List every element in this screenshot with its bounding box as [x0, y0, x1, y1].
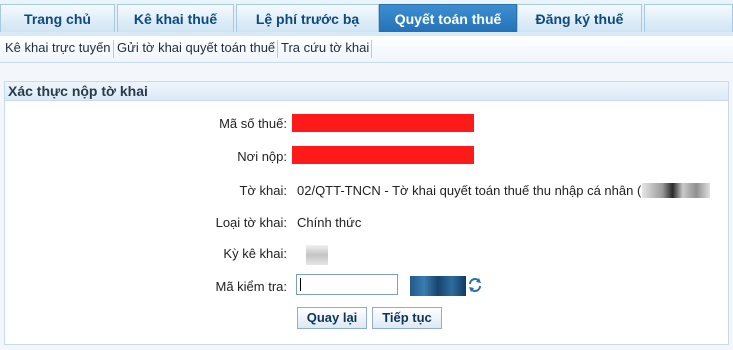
- ky-ke-khai-label: Kỳ kê khai:: [223, 246, 287, 261]
- submenu-divider: [113, 40, 114, 58]
- loai-to-khai-value: Chính thức: [297, 215, 362, 230]
- ky-ke-khai-blurred-value: [306, 245, 328, 265]
- to-khai-label: Tờ khai:: [239, 183, 287, 198]
- submenu-tra-cuu-to-khai[interactable]: Tra cứu tờ khai: [281, 36, 369, 62]
- submenu-gui-to-khai[interactable]: Gửi tờ khai quyết toán thuế: [117, 36, 275, 62]
- tab-empty: [644, 4, 733, 32]
- page: Trang chủ Kê khai thuế Lệ phí trước bạ Q…: [0, 0, 733, 350]
- submenu-divider: [371, 40, 372, 58]
- tab-le-phi-truoc-ba[interactable]: Lệ phí trước bạ: [236, 4, 379, 32]
- main-tab-bar: Trang chủ Kê khai thuế Lệ phí trước bạ Q…: [0, 0, 733, 36]
- submenu-divider: [277, 40, 278, 58]
- to-khai-blurred-period: [642, 183, 710, 198]
- continue-button[interactable]: Tiếp tục: [372, 307, 442, 329]
- ma-kiem-tra-label: Mã kiểm tra:: [215, 279, 287, 294]
- back-button[interactable]: Quay lại: [297, 307, 367, 329]
- panel-title: Xác thực nộp tờ khai: [5, 82, 728, 101]
- noi-nop-label: Nơi nộp:: [237, 149, 287, 164]
- refresh-captcha-icon[interactable]: [467, 277, 483, 293]
- tab-trang-chu[interactable]: Trang chủ: [0, 4, 115, 32]
- ma-so-thue-label: Mã số thuế:: [219, 116, 287, 131]
- loai-to-khai-label: Loại tờ khai:: [215, 215, 287, 230]
- tab-dang-ky-thue[interactable]: Đăng ký thuế: [517, 4, 642, 32]
- captcha-input[interactable]: [296, 274, 398, 295]
- sub-menu: Kê khai trực tuyến Gửi tờ khai quyết toá…: [0, 36, 733, 63]
- captcha-image: [410, 276, 466, 296]
- to-khai-value: 02/QTT-TNCN - Tờ khai quyết toán thuế th…: [297, 183, 642, 198]
- noi-nop-redacted-value: [292, 146, 474, 164]
- tab-quyet-toan-thue[interactable]: Quyết toán thuế: [379, 4, 517, 32]
- tab-ke-khai-thue[interactable]: Kê khai thuế: [117, 4, 234, 32]
- text-caret: [300, 278, 301, 291]
- submenu-ke-khai-truc-tuyen[interactable]: Kê khai trực tuyến: [5, 36, 111, 62]
- ma-so-thue-redacted-value: [292, 114, 474, 132]
